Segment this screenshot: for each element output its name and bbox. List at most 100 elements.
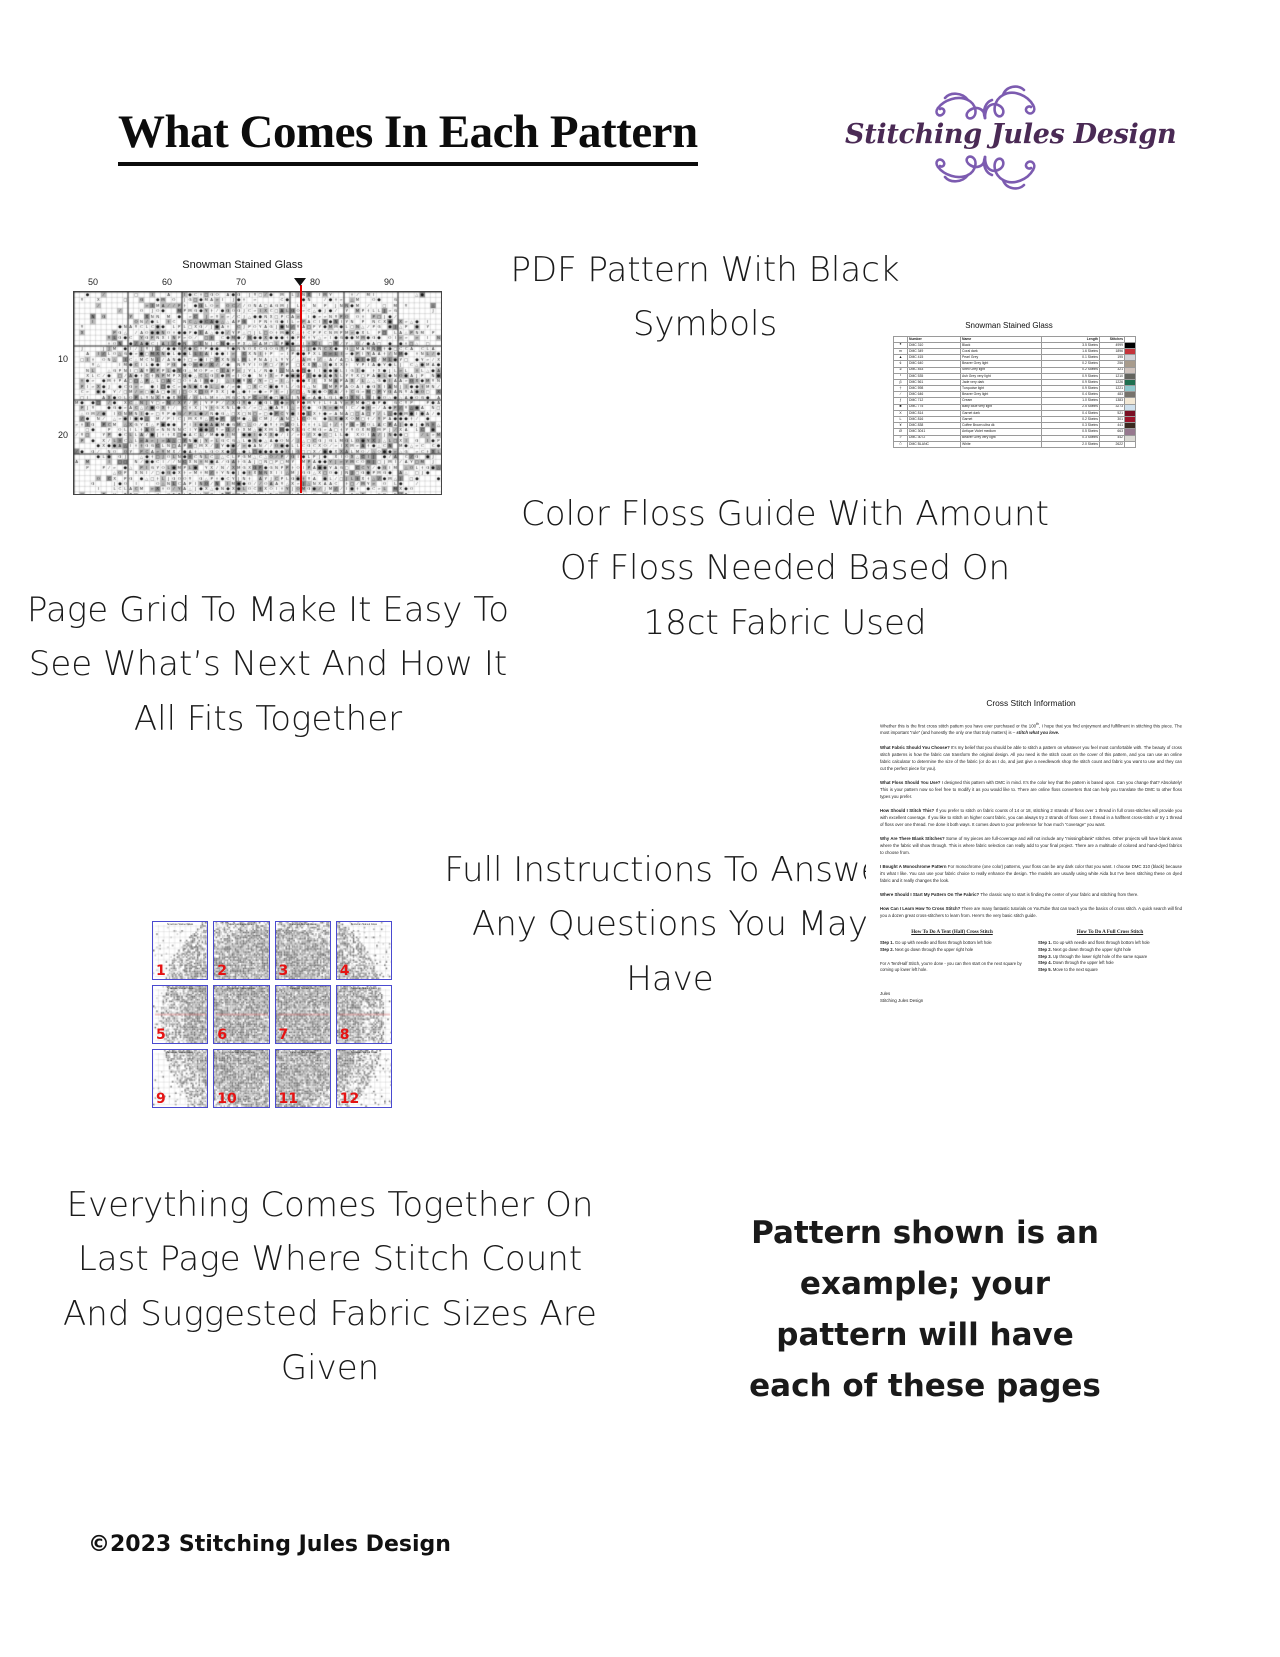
floss-doc-title: Snowman Stained Glass bbox=[965, 321, 1053, 330]
instructions-paragraphs: What Fabric Should You Choose? It’s my b… bbox=[866, 744, 1196, 920]
copyright-text: ©2023 Stitching Jules Design bbox=[88, 1532, 451, 1557]
page-thumbnail-number: 1 bbox=[156, 963, 166, 979]
chart-preview-title: Snowman Stained Glass bbox=[182, 259, 303, 271]
instruction-paragraph: What Floss Should You Use? I designed th… bbox=[880, 779, 1182, 799]
stitch-guide-columns: How To Do A Tent (Half) Cross Stitch Ste… bbox=[880, 929, 1182, 974]
floss-guide-image: Snowman Stained Glass Number Name Length St… bbox=[890, 316, 1136, 481]
stitch-step: Step 2. Next go down through the upper r… bbox=[1038, 946, 1132, 952]
page-thumbnail-number: 8 bbox=[339, 1027, 350, 1043]
stitch-step: Step 4. Down through the upper left hole bbox=[1038, 960, 1114, 966]
page-thumbnail-title: Snowman Stained Glass bbox=[228, 923, 255, 926]
caption-pdf-pattern: PDF Pattern With Black Symbols bbox=[510, 250, 900, 345]
page-thumbnail[interactable]: Snowman Stained Glass 3 bbox=[274, 921, 331, 980]
page-thumbnail-title: Snowman Stained Glass bbox=[350, 923, 377, 926]
instructions-heading: Cross Stitch Information bbox=[986, 698, 1076, 708]
caption-example-note: Pattern shown is an example; your patter… bbox=[749, 1215, 1101, 1405]
chart-preview-image: Snowman Stained Glass 50 60 70 80 90 10 20 bbox=[45, 252, 442, 497]
page-thumbnail[interactable]: Snowman Stained Glass 8 bbox=[335, 985, 392, 1044]
chart-center-line bbox=[300, 285, 302, 493]
floss-table: Number Name Length Stitches ● DMC 310 Black 3.… bbox=[893, 336, 1136, 448]
flourish-bottom-icon bbox=[910, 155, 1060, 206]
chart-col-tick: 80 bbox=[309, 277, 321, 287]
page-thumbnail-title: Snowman Stained Glass bbox=[350, 1051, 377, 1054]
page-thumbnail[interactable]: Snowman Stained Glass 11 bbox=[274, 1049, 331, 1108]
page-thumbnail-title: Snowman Stained Glass bbox=[167, 987, 194, 990]
page-thumbnail[interactable]: Snowman Stained Glass 9 bbox=[152, 1049, 209, 1108]
page-thumbnail[interactable]: Snowman Stained Glass 12 bbox=[335, 1049, 392, 1108]
signature-brand: Stitching Jules Design bbox=[880, 998, 924, 1004]
page-thumbnail-number: 10 bbox=[217, 1091, 237, 1107]
page-title: What Comes In Each Pattern bbox=[118, 105, 698, 166]
page-thumbnail[interactable]: Snowman Stained Glass 5 bbox=[152, 985, 209, 1044]
chart-row-axis: 10 20 bbox=[45, 292, 71, 492]
page-thumbnail[interactable]: Snowman Stained Glass 10 bbox=[213, 1049, 270, 1108]
full-stitch-steps: Step 1. Go up with needle and floss thro… bbox=[1038, 940, 1182, 974]
page-thumbnail-number: 9 bbox=[156, 1091, 166, 1107]
page-thumbnail[interactable]: Snowman Stained Glass 6 bbox=[213, 985, 270, 1044]
page-thumbnail-number: 12 bbox=[339, 1091, 360, 1107]
page-thumbnail-title: Snowman Stained Glass bbox=[167, 1051, 194, 1054]
flourish-top-icon bbox=[910, 74, 1060, 125]
page-thumbnail-title: Snowman Stained Glass bbox=[228, 987, 255, 990]
floss-cell: 2.0 Skeins bbox=[1041, 440, 1100, 448]
instruction-paragraph: What Fabric Should You Choose? It’s my b… bbox=[880, 744, 1182, 771]
stitch-step: Step 3. Up through the lower right hole … bbox=[1038, 953, 1148, 959]
instructions-image: Cross Stitch Information Whether this is… bbox=[866, 686, 1196, 1124]
chart-col-tick: 70 bbox=[235, 277, 247, 287]
floss-cell: White bbox=[960, 440, 1042, 448]
tent-stitch-heading: How To Do A Tent (Half) Cross Stitch bbox=[911, 929, 993, 936]
chart-column-axis: 50 60 70 80 90 bbox=[73, 277, 440, 291]
tent-stitch-steps: Step 1. Go up with needle and floss thro… bbox=[880, 940, 1024, 953]
page-thumbnail-title: Snowman Stained Glass bbox=[228, 1051, 255, 1054]
floss-cell: DMC BLANC bbox=[907, 440, 961, 448]
stitch-step: Step 1. Go up with needle and floss thro… bbox=[1038, 940, 1150, 946]
floss-table-row: △ DMC BLANC White 2.0 Skeins 2622 bbox=[893, 440, 1136, 448]
chart-col-tick: 90 bbox=[383, 277, 395, 287]
flourish-bottom-svg bbox=[935, 155, 1036, 190]
floss-cell: △ bbox=[893, 440, 908, 448]
caption-page-grid: Page Grid To Make It Easy To See What’s … bbox=[27, 590, 509, 739]
page-thumbnail-title: Snowman Stained Glass bbox=[167, 923, 194, 926]
instructions-signature: Jules Stitching Jules Design bbox=[880, 990, 1196, 1005]
floss-cell: 2622 bbox=[1099, 440, 1125, 448]
instruction-paragraph: Why Are There Blank Stitches? Some of my… bbox=[880, 835, 1182, 855]
chart-row-tick: 20 bbox=[57, 430, 68, 440]
stitch-step: Step 1. Go up with needle and floss thro… bbox=[880, 940, 992, 946]
page-grid-thumbnails: Snowman Stained Glass 1 Snowman Stained Gl… bbox=[152, 921, 392, 1108]
chart-symbol-grid bbox=[73, 291, 442, 495]
instruction-paragraph: I Bought A Monochrome Pattern For monoch… bbox=[880, 863, 1182, 883]
brand-logo: Stitching Jules Design bbox=[845, 72, 1177, 200]
full-stitch-column: How To Do A Full Cross Stitch Step 1. Go… bbox=[1038, 929, 1182, 974]
tent-stitch-column: How To Do A Tent (Half) Cross Stitch Ste… bbox=[880, 929, 1024, 974]
signature-name: Jules bbox=[880, 990, 891, 996]
page-thumbnail-number: 11 bbox=[278, 1091, 298, 1107]
brand-name: Stitching Jules Design bbox=[845, 119, 1177, 150]
page-thumbnail-number: 5 bbox=[156, 1027, 166, 1043]
page-thumbnail[interactable]: Snowman Stained Glass 1 bbox=[152, 921, 209, 980]
chart-col-tick: 50 bbox=[87, 277, 99, 287]
chart-center-marker-icon bbox=[294, 278, 306, 286]
floss-color-swatch bbox=[1124, 440, 1136, 448]
instructions-intro: Whether this is the first cross stitch p… bbox=[880, 722, 1182, 736]
caption-last-page: Everything Comes Together On Last Page W… bbox=[63, 1185, 597, 1389]
tent-stitch-note: For A Tent/Half Stitch, you’re done - yo… bbox=[880, 960, 1022, 973]
page-thumbnail-title: Snowman Stained Glass bbox=[289, 1051, 316, 1054]
instruction-paragraph: Where Should I Start My Pattern On The F… bbox=[880, 892, 1139, 897]
page-thumbnail-number: 6 bbox=[217, 1027, 227, 1043]
stitch-step: Step 5. Move to the next square bbox=[1038, 966, 1098, 972]
flourish-top-svg bbox=[935, 85, 1036, 120]
page-thumbnail-title: Snowman Stained Glass bbox=[350, 987, 377, 990]
page-thumbnail-number: 7 bbox=[278, 1027, 289, 1043]
page-thumbnail-number: 3 bbox=[278, 963, 289, 979]
page-thumbnail[interactable]: Snowman Stained Glass 7 bbox=[274, 985, 331, 1044]
chart-row-tick: 10 bbox=[57, 354, 68, 364]
page-thumbnail-number: 2 bbox=[217, 963, 227, 979]
caption-instructions: Full Instructions To Answer Any Question… bbox=[444, 850, 896, 999]
page-thumbnail[interactable]: Snowman Stained Glass 2 bbox=[213, 921, 270, 980]
page-thumbnail-title: Snowman Stained Glass bbox=[289, 923, 316, 926]
instruction-paragraph: How Can I Learn How To Cross Stitch? The… bbox=[880, 906, 1182, 919]
chart-col-tick: 60 bbox=[161, 277, 173, 287]
page-thumbnail[interactable]: Snowman Stained Glass 4 bbox=[335, 921, 392, 980]
full-stitch-heading: How To Do A Full Cross Stitch bbox=[1076, 929, 1144, 936]
caption-floss-guide: Color Floss Guide With Amount Of Floss N… bbox=[521, 494, 1049, 643]
